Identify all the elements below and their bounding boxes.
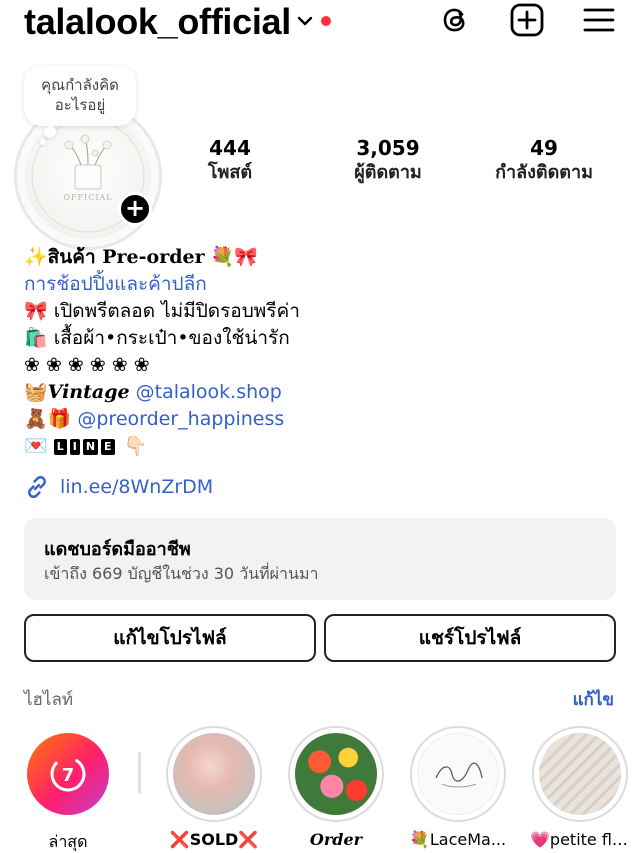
profile-bio: ✨สินค้า Pre-order 💐🎀 การช้อปปิ้งและค้าปล… (24, 244, 624, 460)
note-tail-small (40, 139, 46, 145)
bio-line-3: 🛍️ เสื้อผ้า•กระเป๋า•ของใช้น่ารัก (24, 327, 290, 349)
line-badge-l: L (53, 438, 67, 455)
threads-icon[interactable] (437, 2, 473, 38)
stat-following-value: 49 (530, 136, 558, 160)
link-icon (28, 476, 46, 498)
bio-line-6: 🧸🎁 @preorder_happiness (24, 406, 624, 433)
mention-talalook-shop[interactable]: @talalook.shop (136, 381, 282, 403)
recent-highlight-icon: 7 (27, 733, 109, 815)
highlight-label: 💗petite fle... (530, 830, 630, 849)
plus-square-icon[interactable] (509, 2, 545, 38)
highlight-label: 💐LaceMa... (409, 830, 507, 849)
highlight-recent[interactable]: 7 ล่าสุด (18, 726, 118, 853)
love-letter-emoji: 💌 (24, 435, 48, 457)
line-badge-e: E (101, 438, 115, 455)
highlight-label: ล่าสุด (48, 832, 88, 851)
stat-following[interactable]: 49 กำลังติดตาม (480, 136, 608, 186)
dashboard-subtitle: เข้าถึง 669 บัญชีในช่วง 30 วันที่ผ่านมา (44, 564, 319, 583)
bio-link-text[interactable]: lin.ee/8WnZrDM (60, 476, 213, 498)
chevron-down-icon[interactable] (297, 14, 313, 28)
top-header: talalook_official (0, 0, 640, 48)
highlight-ring (410, 726, 506, 822)
notification-dot (321, 16, 331, 26)
bio-line-7: 💌 LINE 👇🏻 (24, 433, 624, 460)
share-profile-button[interactable]: แชร์โปรไฟล์ (324, 614, 616, 662)
bio-line-5: 🧺Vintage @talalook.shop (24, 379, 624, 406)
account-username[interactable]: talalook_official (24, 0, 291, 44)
stat-followers-value: 3,059 (356, 136, 420, 160)
bio-line-4: ❀ ❀ ❀ ❀ ❀ ❀ (24, 354, 150, 376)
menu-icon[interactable] (581, 2, 617, 38)
highlight-ring (288, 726, 384, 822)
dashboard-title: แดชบอร์ดมืออาชีพ (44, 539, 191, 560)
bio-line-1: ✨สินค้า Pre-order 💐🎀 (24, 244, 624, 271)
pointing-down-emoji: 👇🏻 (123, 435, 148, 457)
edit-profile-button[interactable]: แก้ไขโปรไฟล์ (24, 614, 316, 662)
lacemade-logo-image (417, 733, 499, 815)
highlights-edit-link[interactable]: แก้ไข (573, 686, 614, 713)
number-seven-icon: 7 (50, 756, 86, 792)
sparkle-emoji: ✨ (24, 246, 48, 268)
highlight-order[interactable]: Order (286, 726, 386, 849)
highlight-ring (166, 726, 262, 822)
stat-posts[interactable]: 444 โพสต์ (190, 136, 270, 186)
highlight-label: Order (309, 830, 363, 849)
lamp-image (173, 733, 255, 815)
note-text-line2: อะไรอยู่ (54, 96, 106, 114)
flowers-image (295, 733, 377, 815)
mention-preorder-happiness[interactable]: @preorder_happiness (77, 408, 284, 430)
note-bubble[interactable]: คุณกำลังคิด อะไรอยู่ (24, 66, 136, 126)
clothing-image (539, 733, 621, 815)
stat-following-label: กำลังติดตาม (495, 162, 593, 183)
line-badge-i: I (69, 438, 80, 455)
highlights-title: ไฮไลท์ (24, 690, 74, 710)
vintage-text: Vintage (47, 381, 130, 403)
bouquet-ribbon-emoji: 💐🎀 (210, 246, 258, 268)
lacemade-script-icon (435, 762, 483, 788)
professional-dashboard[interactable]: แดชบอร์ดมืออาชีพ เข้าถึง 669 บัญชีในช่วง… (24, 518, 616, 600)
highlight-label: ❌SOLD❌ (169, 830, 259, 849)
bio-title: สินค้า Pre-order (47, 246, 205, 268)
stat-followers-label: ผู้ติดตาม (354, 162, 422, 183)
stat-posts-value: 444 (209, 136, 251, 160)
basket-emoji: 🧺 (24, 381, 48, 403)
highlights-divider (138, 752, 141, 794)
highlight-petite[interactable]: 💗petite fle... (530, 726, 630, 849)
bio-link[interactable]: lin.ee/8WnZrDM (24, 472, 213, 502)
bear-gift-emoji: 🧸🎁 (24, 408, 72, 430)
svg-text:7: 7 (62, 765, 75, 786)
highlight-ring (532, 726, 628, 822)
stat-followers[interactable]: 3,059 ผู้ติดตาม (330, 136, 446, 186)
note-text-line1: คุณกำลังคิด (41, 76, 119, 94)
add-story-button[interactable]: + (118, 192, 152, 226)
bio-category[interactable]: การช้อปปิ้งและค้าปลีก (24, 271, 624, 298)
highlight-lacemade[interactable]: 💐LaceMa... (408, 726, 508, 849)
stat-posts-label: โพสต์ (207, 162, 253, 183)
note-tail (44, 126, 56, 138)
line-badge-n: N (82, 438, 99, 455)
bio-line-2: 🎀 เปิดพรีตลอด ไม่มีปิดรอบพรีค่า (24, 300, 300, 322)
highlight-sold[interactable]: ❌SOLD❌ (164, 726, 264, 849)
